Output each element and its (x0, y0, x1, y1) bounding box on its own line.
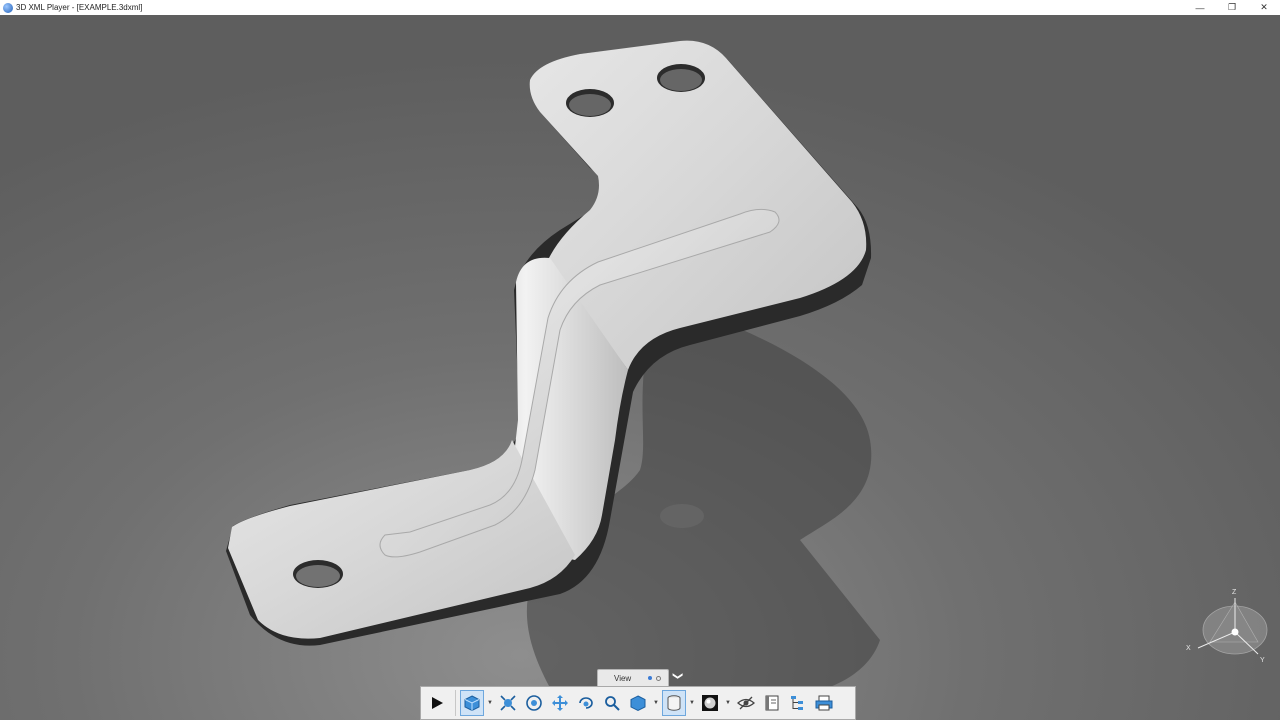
rotate-button[interactable] (574, 690, 598, 716)
view-toolbar-tab[interactable]: View (597, 669, 669, 687)
rotate-icon (579, 697, 593, 709)
shading-dropdown[interactable]: ▼ (724, 690, 732, 716)
book-icon (765, 695, 779, 711)
close-button[interactable]: ✕ (1248, 0, 1280, 15)
toolbar-separator (455, 690, 456, 716)
shading-sphere-icon (702, 695, 718, 711)
page-dot-inactive[interactable] (656, 676, 661, 681)
target-icon (526, 695, 542, 711)
chevron-down-icon[interactable]: ❯ (670, 669, 684, 683)
mounting-hole-2-rim (660, 69, 702, 91)
cube-view-dropdown[interactable]: ▼ (486, 690, 494, 716)
3d-viewport[interactable]: Z X Y (0, 15, 1280, 720)
target-button[interactable] (522, 690, 546, 716)
window-title: 3D XML Player - [EXAMPLE.3dxml] (16, 3, 143, 12)
cylinder-dropdown[interactable]: ▼ (688, 690, 696, 716)
fit-all-button[interactable] (496, 690, 520, 716)
restore-button[interactable]: ❐ (1216, 0, 1248, 15)
cube-view-icon (464, 695, 480, 712)
compass-x-label: X (1186, 645, 1191, 652)
mounting-hole-1-rim (569, 94, 611, 116)
minimize-button[interactable]: — (1184, 0, 1216, 15)
scene-canvas[interactable] (0, 15, 1280, 720)
view-toolbar: ▼ ▼ ▼ ▼ (420, 686, 856, 720)
view-tab-label: View (614, 674, 632, 683)
title-bar: 3D XML Player - [EXAMPLE.3dxml] — ❐ ✕ (0, 0, 1280, 15)
cylinder-button[interactable] (662, 690, 686, 716)
iso-view-button[interactable] (626, 690, 650, 716)
hide-show-button[interactable] (734, 690, 758, 716)
window-controls: — ❐ ✕ (1184, 0, 1280, 15)
tree-icon (791, 696, 803, 710)
hide-show-icon (737, 696, 755, 710)
zoom-button[interactable] (600, 690, 624, 716)
zoom-icon (605, 696, 620, 711)
iso-view-icon (630, 695, 646, 712)
tree-button[interactable] (786, 690, 810, 716)
orientation-compass[interactable]: Z X Y (1180, 570, 1270, 670)
mounting-hole-3-rim (296, 565, 340, 587)
book-button[interactable] (760, 690, 784, 716)
compass-z-label: Z (1232, 589, 1237, 596)
cube-view-button[interactable] (460, 690, 484, 716)
iso-view-dropdown[interactable]: ▼ (652, 690, 660, 716)
pan-button[interactable] (548, 690, 572, 716)
cylinder-icon (667, 695, 681, 711)
print-button[interactable] (812, 690, 836, 716)
fit-all-icon (500, 695, 516, 711)
play-icon (432, 697, 443, 709)
play-button[interactable] (425, 690, 449, 716)
shadow-hole (660, 504, 704, 528)
compass-y-label: Y (1260, 657, 1265, 664)
pan-icon (552, 695, 568, 711)
print-icon (815, 695, 833, 711)
app-logo-icon (3, 2, 13, 13)
shading-button[interactable] (698, 690, 722, 716)
page-dot-active[interactable] (648, 676, 652, 680)
